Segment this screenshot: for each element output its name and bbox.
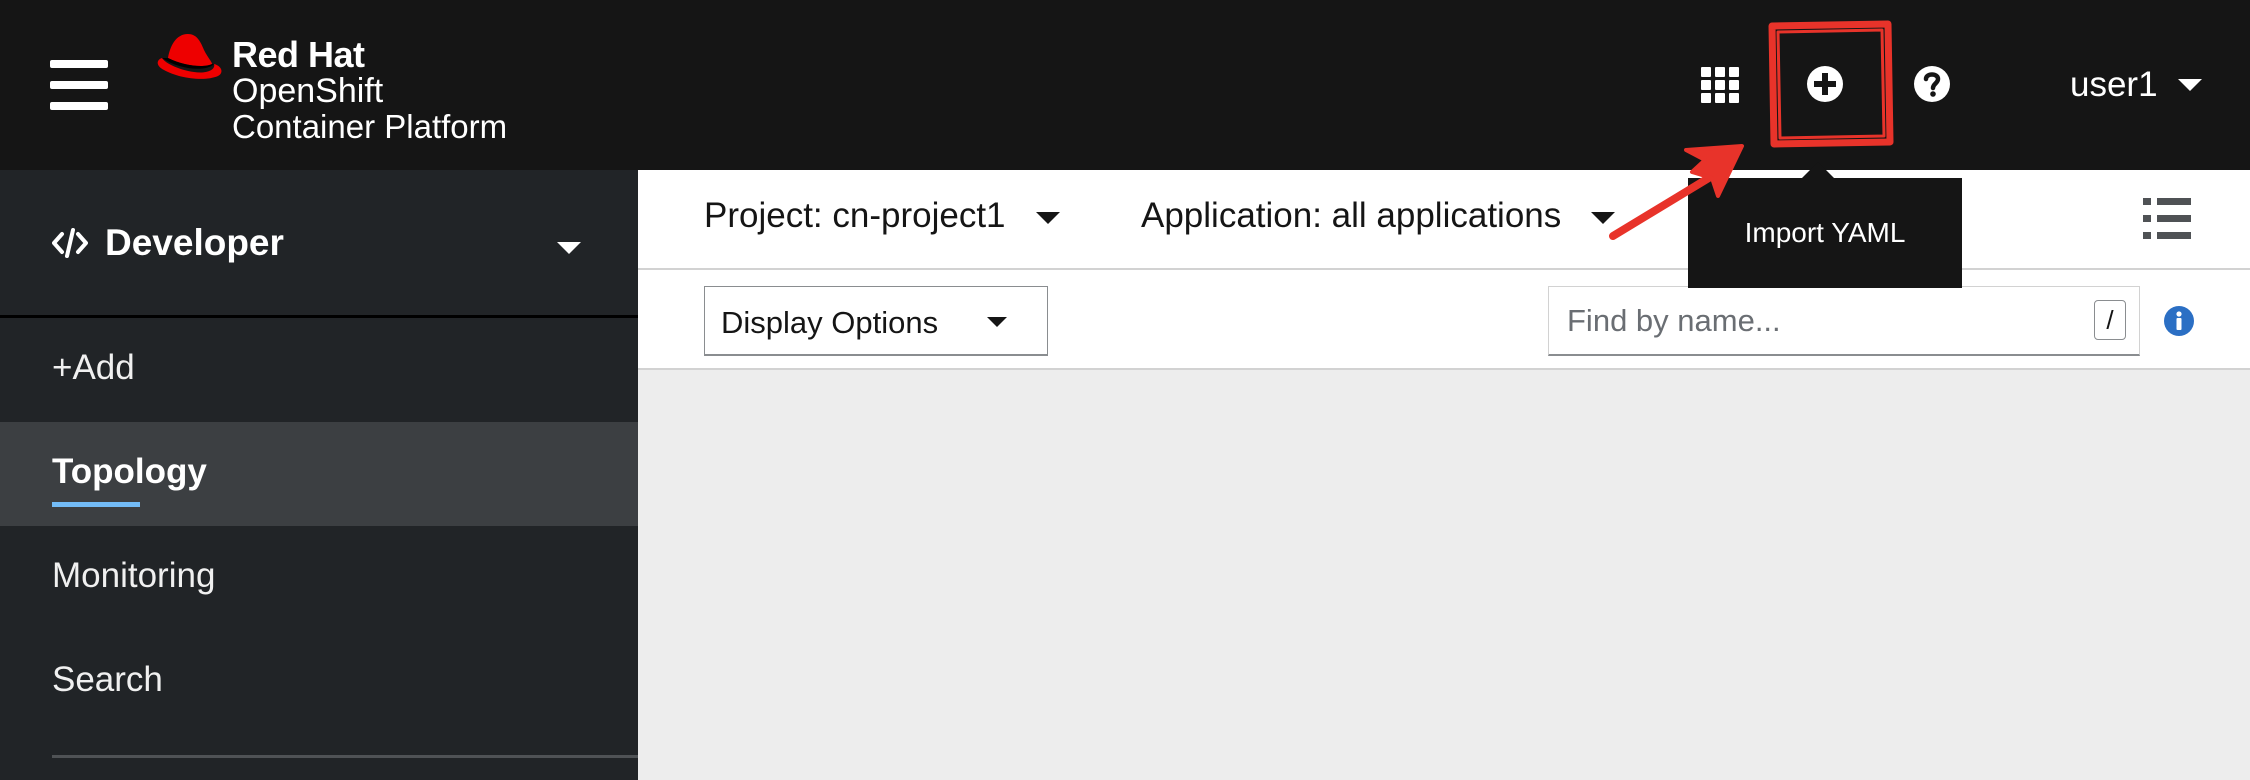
- project-selector-label: Project: cn-project1: [704, 196, 1006, 235]
- chevron-down-icon: [1591, 211, 1616, 224]
- user-name: user1: [2070, 65, 2158, 104]
- brand-logo[interactable]: Red Hat OpenShift Container Platform: [154, 28, 554, 148]
- application-selector[interactable]: Application: all applications: [1141, 196, 1616, 244]
- application-selector-label: Application: all applications: [1141, 196, 1562, 235]
- main-content: Project: cn-project1 Application: all ap…: [638, 170, 2250, 780]
- brand-redhat: Red Hat: [232, 34, 365, 75]
- perspective-switcher[interactable]: Developer: [0, 170, 638, 318]
- app-launcher-icon[interactable]: [1701, 67, 1739, 103]
- chevron-down-icon: [557, 242, 581, 254]
- sidebar-item-add[interactable]: +Add: [0, 318, 638, 422]
- info-circle-icon[interactable]: [2163, 305, 2195, 337]
- topology-canvas[interactable]: [638, 370, 2250, 780]
- chevron-down-icon: [987, 317, 1007, 327]
- chevron-down-icon: [2177, 79, 2202, 91]
- chevron-down-icon: [1035, 211, 1060, 224]
- question-circle-icon[interactable]: [1912, 64, 1952, 104]
- keyboard-shortcut-hint: /: [2094, 300, 2126, 340]
- masthead: Red Hat OpenShift Container Platform use…: [0, 0, 2250, 170]
- list-view-icon[interactable]: [2143, 198, 2191, 240]
- sidebar: Developer +Add Topology Monitoring Searc…: [0, 170, 638, 780]
- sidebar-item-monitoring[interactable]: Monitoring: [0, 526, 638, 630]
- sidebar-divider: [52, 755, 638, 758]
- sidebar-item-label: Search: [52, 660, 163, 699]
- perspective-label: Developer: [105, 222, 284, 263]
- sidebar-item-topology[interactable]: Topology: [0, 422, 638, 526]
- menu-icon[interactable]: [50, 60, 108, 110]
- brand-container-platform: Container Platform: [232, 108, 508, 145]
- context-bar: Project: cn-project1 Application: all ap…: [638, 170, 2250, 270]
- find-by-name-input[interactable]: [1548, 286, 2140, 356]
- user-menu[interactable]: user1: [2070, 63, 2202, 107]
- redhat-logo-icon: [157, 34, 222, 79]
- sidebar-item-label: Monitoring: [52, 556, 216, 595]
- active-indicator: [52, 502, 140, 507]
- code-icon: [52, 228, 88, 258]
- plus-circle-icon[interactable]: [1805, 64, 1845, 104]
- import-yaml-tooltip: Import YAML: [1688, 162, 1962, 288]
- sidebar-item-search[interactable]: Search: [0, 630, 638, 734]
- brand-openshift: OpenShift: [232, 72, 384, 110]
- sidebar-item-label: +Add: [52, 348, 135, 387]
- project-selector[interactable]: Project: cn-project1: [704, 196, 1060, 244]
- display-options-label: Display Options: [721, 305, 939, 340]
- openshift-console: Red Hat OpenShift Container Platform use…: [0, 0, 2250, 780]
- sidebar-item-label: Topology: [52, 452, 207, 491]
- topology-toolbar: Display Options /: [638, 270, 2250, 370]
- display-options-dropdown[interactable]: Display Options: [704, 286, 1048, 356]
